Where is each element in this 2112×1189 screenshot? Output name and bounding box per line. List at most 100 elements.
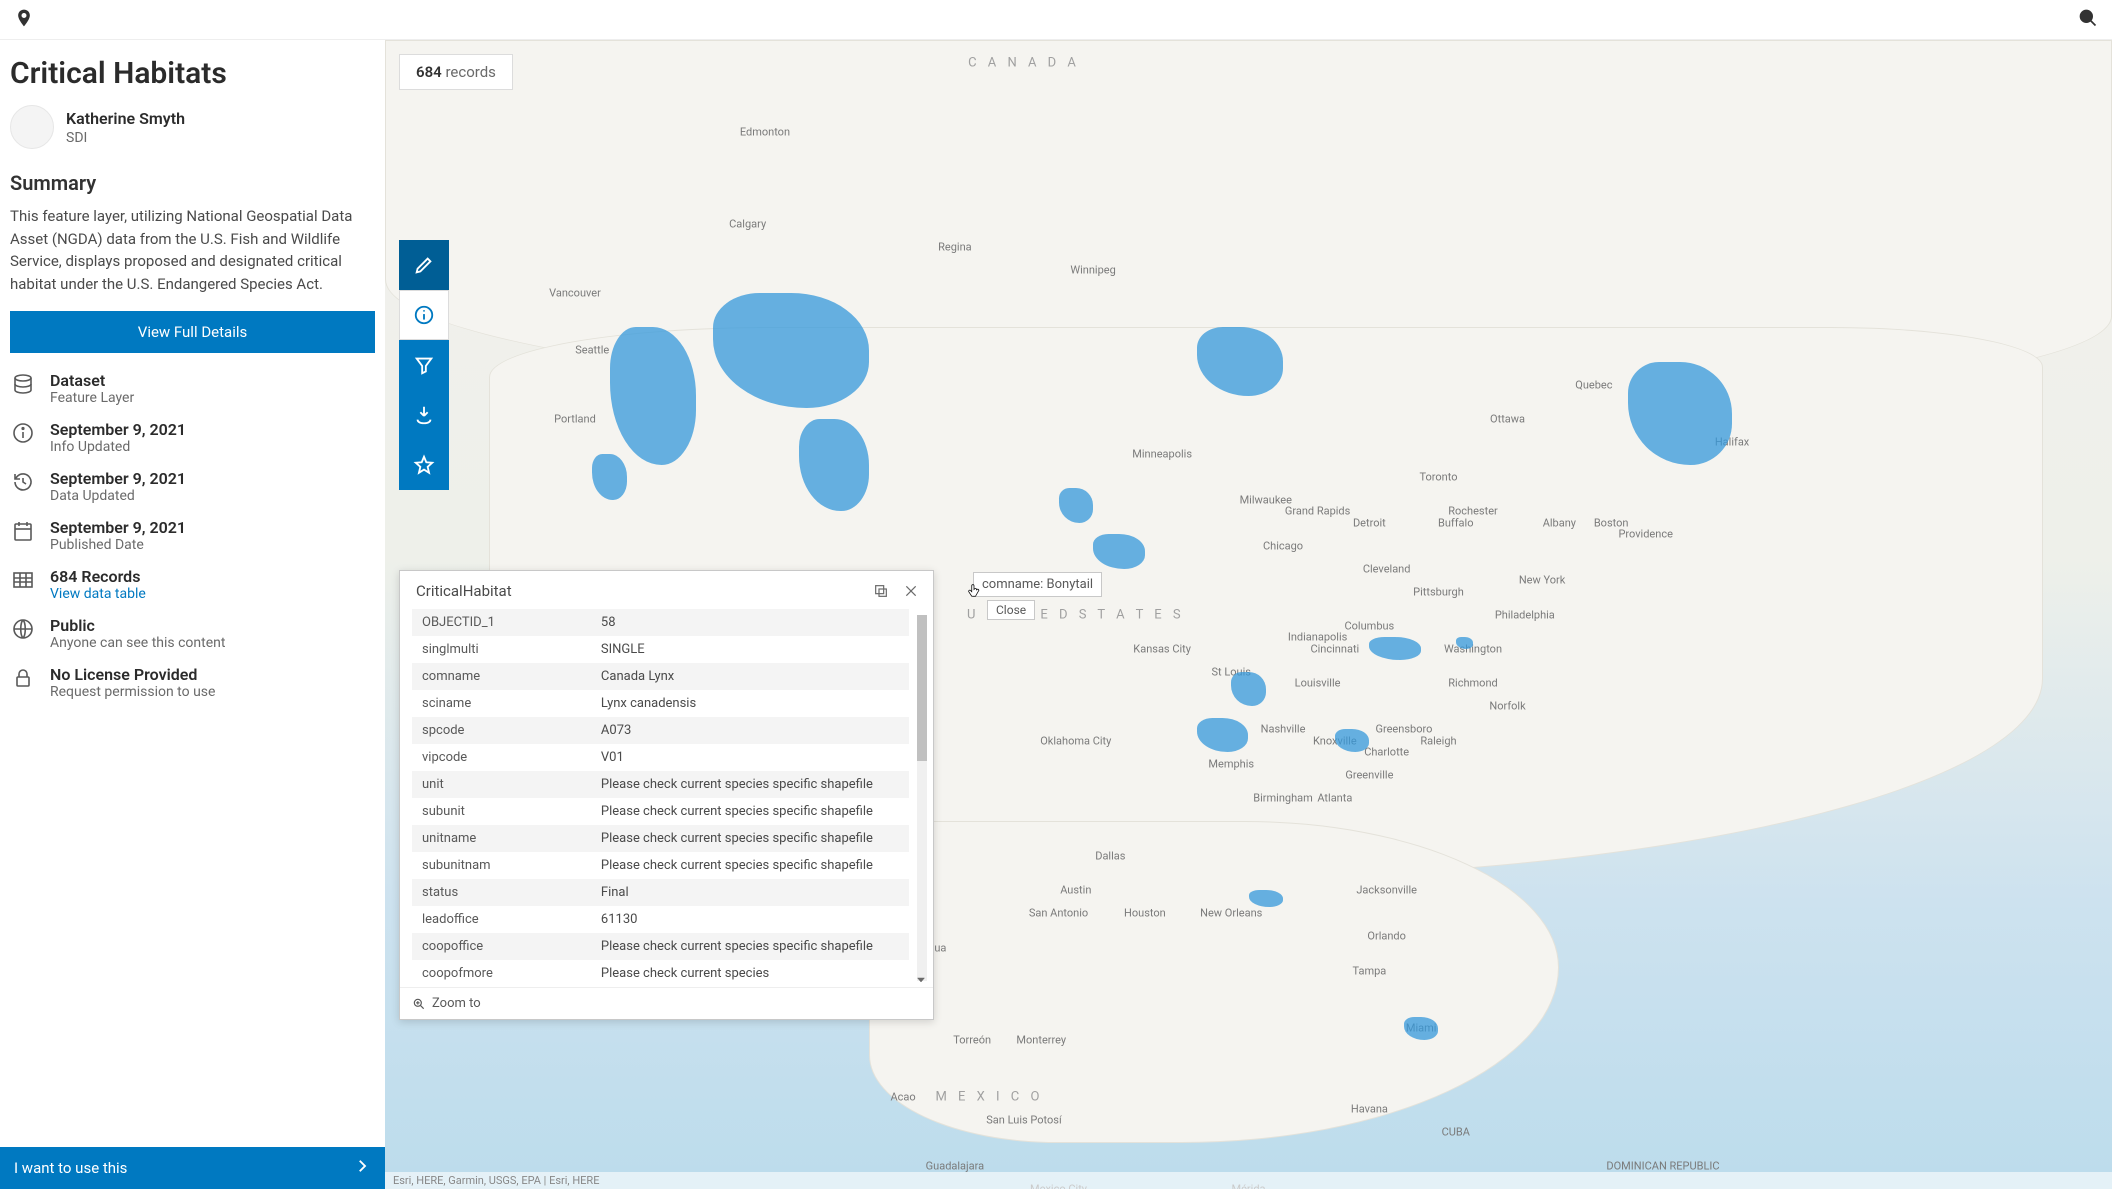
feature-popup: CriticalHabitat OBJECTID_158singlmultiSI… bbox=[399, 570, 934, 1020]
map-attribution: Esri, HERE, Garmin, USGS, EPA | Esri, HE… bbox=[385, 1172, 2112, 1189]
table-row: comnameCanada Lynx bbox=[412, 663, 909, 690]
history-icon bbox=[10, 469, 36, 495]
table-row: statusFinal bbox=[412, 879, 909, 906]
layers-icon bbox=[10, 371, 36, 397]
table-row: spcodeA073 bbox=[412, 717, 909, 744]
table-icon bbox=[10, 567, 36, 593]
attr-value: Please check current species specific sh… bbox=[591, 798, 909, 825]
city-label: Greenville bbox=[1345, 769, 1393, 782]
city-label: Detroit bbox=[1353, 516, 1386, 529]
meta-records: 684 RecordsView data table bbox=[10, 567, 375, 602]
favorite-button[interactable] bbox=[399, 440, 449, 490]
table-row: singlmultiSINGLE bbox=[412, 636, 909, 663]
city-label: Acao bbox=[890, 1091, 915, 1104]
city-label: Pittsburgh bbox=[1413, 585, 1464, 598]
city-label: Philadelphia bbox=[1495, 608, 1555, 621]
i-want-to-use-this-button[interactable]: I want to use this bbox=[0, 1147, 385, 1189]
city-label: Torreón bbox=[953, 1033, 991, 1046]
city-label: Memphis bbox=[1208, 757, 1254, 770]
avatar bbox=[10, 105, 54, 149]
download-button[interactable] bbox=[399, 390, 449, 440]
city-label: Jacksonville bbox=[1356, 884, 1417, 897]
city-label: San Antonio bbox=[1029, 907, 1088, 920]
lock-icon bbox=[10, 665, 36, 691]
meta-title: 684 Records bbox=[50, 567, 146, 586]
table-row: unitnamePlease check current species spe… bbox=[412, 825, 909, 852]
table-row: coopofmorePlease check current species bbox=[412, 960, 909, 987]
edit-button[interactable] bbox=[399, 240, 449, 290]
summary-heading: Summary bbox=[10, 171, 375, 195]
cursor-hand-icon bbox=[965, 582, 983, 604]
city-label: Cincinnati bbox=[1310, 642, 1359, 655]
city-label: Tampa bbox=[1353, 964, 1387, 977]
meta-sub: Request permission to use bbox=[50, 684, 215, 700]
tooltip-close-button[interactable]: Close bbox=[987, 600, 1035, 620]
meta-data-updated: September 9, 2021Data Updated bbox=[10, 469, 375, 504]
identify-button[interactable] bbox=[399, 290, 449, 340]
city-label: Dallas bbox=[1095, 849, 1125, 862]
zoom-to-button[interactable]: Zoom to bbox=[400, 987, 933, 1019]
city-label: Providence bbox=[1618, 528, 1672, 541]
search-icon[interactable] bbox=[2078, 8, 2098, 32]
city-label: Seattle bbox=[575, 344, 609, 357]
table-row: OBJECTID_158 bbox=[412, 609, 909, 636]
city-label: Guadalajara bbox=[926, 1160, 985, 1173]
attr-value: Please check current species specific sh… bbox=[591, 852, 909, 879]
attr-value: Please check current species specific sh… bbox=[591, 825, 909, 852]
attr-value: Please check current species specific sh… bbox=[591, 771, 909, 798]
summary-text: This feature layer, utilizing National G… bbox=[10, 205, 375, 295]
dock-icon[interactable] bbox=[871, 581, 891, 601]
city-label: Birmingham bbox=[1253, 792, 1313, 805]
map[interactable]: C A N A D AU N I T E D S T A T E SM E X … bbox=[385, 40, 2112, 1189]
attr-key: OBJECTID_1 bbox=[412, 609, 591, 636]
sidebar: Critical Habitats Katherine Smyth SDI Su… bbox=[0, 40, 385, 1189]
attr-value: A073 bbox=[591, 717, 909, 744]
meta-title: Public bbox=[50, 616, 225, 635]
city-label: CUBA bbox=[1442, 1125, 1470, 1138]
city-label: New York bbox=[1519, 574, 1566, 587]
meta-sub: Feature Layer bbox=[50, 390, 134, 406]
meta-info-updated: September 9, 2021Info Updated bbox=[10, 420, 375, 455]
city-label: Albany bbox=[1543, 516, 1576, 529]
attr-key: sciname bbox=[412, 690, 591, 717]
attr-value: Please check current species specific sh… bbox=[591, 933, 909, 960]
habitat-feature[interactable] bbox=[1456, 637, 1473, 648]
meta-title: September 9, 2021 bbox=[50, 469, 186, 488]
city-label: Houston bbox=[1124, 907, 1166, 920]
city-label: Vancouver bbox=[549, 286, 601, 299]
attr-value: 58 bbox=[591, 609, 909, 636]
attr-key: status bbox=[412, 879, 591, 906]
location-pin-icon[interactable] bbox=[14, 8, 34, 32]
meta-sub: Published Date bbox=[50, 537, 186, 553]
attr-value: Lynx canadensis bbox=[591, 690, 909, 717]
scrollbar[interactable] bbox=[917, 615, 927, 981]
tooltip-label: comname: Bonytail bbox=[973, 572, 1102, 597]
city-label: Richmond bbox=[1448, 677, 1497, 690]
calendar-icon bbox=[10, 518, 36, 544]
city-label: Raleigh bbox=[1420, 734, 1456, 747]
meta-dataset: DatasetFeature Layer bbox=[10, 371, 375, 406]
owner-row: Katherine Smyth SDI bbox=[10, 105, 375, 149]
attr-key: spcode bbox=[412, 717, 591, 744]
city-label: Grand Rapids bbox=[1285, 505, 1351, 518]
meta-title: No License Provided bbox=[50, 665, 215, 684]
meta-sub: Info Updated bbox=[50, 439, 186, 455]
page-title: Critical Habitats bbox=[10, 56, 375, 91]
meta-title: Dataset bbox=[50, 371, 134, 390]
city-label: Charlotte bbox=[1364, 746, 1409, 759]
chevron-down-icon[interactable] bbox=[915, 971, 929, 985]
city-label: Buffalo bbox=[1438, 516, 1474, 529]
city-label: Atlanta bbox=[1317, 792, 1352, 805]
view-data-table-link[interactable]: View data table bbox=[50, 586, 146, 602]
city-label: New Orleans bbox=[1200, 907, 1262, 920]
table-row: subunitPlease check current species spec… bbox=[412, 798, 909, 825]
close-icon[interactable] bbox=[901, 581, 921, 601]
zoom-to-label: Zoom to bbox=[432, 996, 481, 1011]
attr-key: subunitnam bbox=[412, 852, 591, 879]
city-label: Columbus bbox=[1345, 619, 1395, 632]
records-chip: 684 records bbox=[399, 54, 513, 90]
attr-key: vipcode bbox=[412, 744, 591, 771]
filter-button[interactable] bbox=[399, 340, 449, 390]
view-full-details-button[interactable]: View Full Details bbox=[10, 311, 375, 353]
use-bar-label: I want to use this bbox=[14, 1159, 127, 1177]
